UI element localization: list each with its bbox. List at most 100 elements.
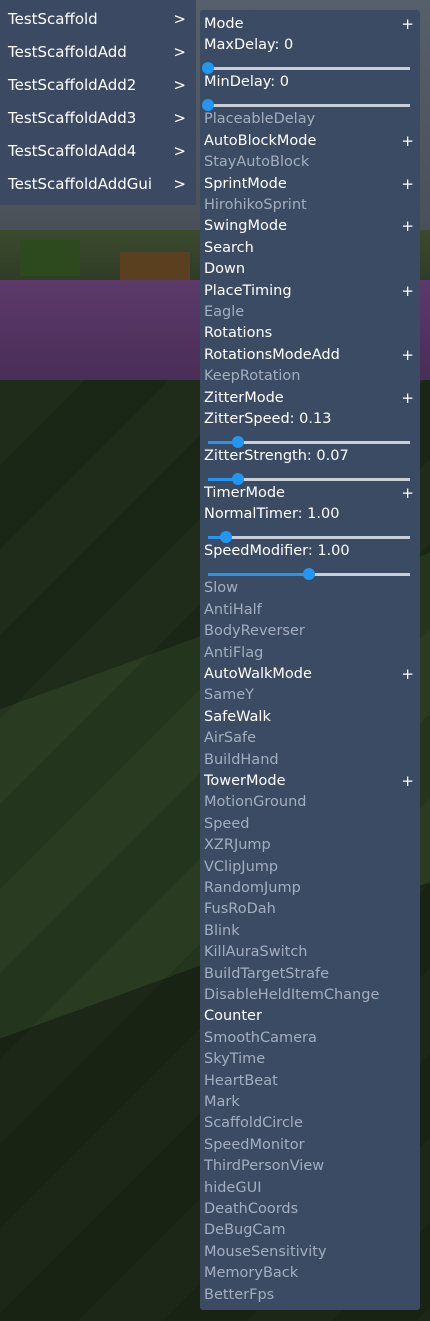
setting-label: SkyTime xyxy=(204,1051,266,1068)
mode-setting[interactable]: ZitterMode + xyxy=(200,388,420,410)
category-label: TestScaffoldAddGui xyxy=(8,175,153,193)
expand-plus-icon[interactable]: + xyxy=(401,217,414,235)
setting-label: Speed xyxy=(204,815,250,832)
toggle-setting[interactable]: DeathCoords xyxy=(200,1199,420,1221)
setting-label: ZitterStrength: 0.07 xyxy=(204,448,349,464)
slider-setting[interactable]: NormalTimer: 1.00 xyxy=(200,504,420,526)
slider-track[interactable] xyxy=(202,99,410,112)
toggle-setting[interactable]: HirohikoSprint xyxy=(200,195,420,217)
toggle-setting[interactable]: Blink xyxy=(200,921,420,943)
wood-block xyxy=(120,252,190,282)
slider-track[interactable] xyxy=(202,62,410,75)
toggle-setting[interactable]: MemoryBack xyxy=(200,1263,420,1285)
toggle-setting[interactable]: MotionGround xyxy=(200,792,420,814)
toggle-setting[interactable]: Mark xyxy=(200,1092,420,1114)
slider-setting[interactable]: SpeedModifier: 1.00 xyxy=(200,541,420,563)
mode-setting[interactable]: AutoWalkMode + xyxy=(200,664,420,686)
toggle-setting[interactable]: RandomJump xyxy=(200,878,420,900)
slider-track[interactable] xyxy=(208,473,410,485)
category-item[interactable]: TestScaffoldAddGui > xyxy=(0,168,196,201)
toggle-setting[interactable]: AntiHalf xyxy=(200,600,420,622)
toggle-setting[interactable]: SmoothCamera xyxy=(200,1028,420,1050)
setting-label: MotionGround xyxy=(204,794,307,811)
toggle-setting[interactable]: Down xyxy=(200,259,420,281)
mode-setting[interactable]: SwingMode + xyxy=(200,216,420,238)
setting-label: VClipJump xyxy=(204,858,279,875)
toggle-setting[interactable]: SameY xyxy=(200,685,420,707)
mode-setting[interactable]: PlaceTiming + xyxy=(200,281,420,303)
category-item[interactable]: TestScaffoldAdd4 > xyxy=(0,135,196,168)
toggle-setting[interactable]: BodyReverser xyxy=(200,621,420,643)
toggle-setting[interactable]: ThirdPersonView xyxy=(200,1156,420,1178)
expand-plus-icon[interactable]: + xyxy=(401,665,414,683)
toggle-setting[interactable]: BetterFps xyxy=(200,1285,420,1307)
toggle-setting[interactable]: Search xyxy=(200,238,420,260)
setting-label: MaxDelay: 0 xyxy=(204,37,294,54)
slider-track[interactable] xyxy=(208,531,410,544)
chevron-right-icon: > xyxy=(173,76,186,94)
toggle-setting[interactable]: PlaceableDelay xyxy=(200,109,420,131)
slider-setting[interactable]: ZitterSpeed: 0.13 xyxy=(200,409,420,431)
setting-label: SwingMode xyxy=(204,218,287,235)
mode-setting[interactable]: RotationsModeAdd + xyxy=(200,345,420,367)
toggle-setting[interactable]: AntiFlag xyxy=(200,643,420,665)
expand-plus-icon[interactable]: + xyxy=(401,484,414,502)
toggle-setting[interactable]: AirSafe xyxy=(200,728,420,750)
toggle-setting[interactable]: BuildTargetStrafe xyxy=(200,964,420,986)
toggle-setting[interactable]: BuildHand xyxy=(200,750,420,772)
toggle-setting[interactable]: HeartBeat xyxy=(200,1071,420,1093)
slider-setting[interactable]: MaxDelay: 0 xyxy=(200,35,420,57)
mode-setting[interactable]: Mode + xyxy=(200,14,420,36)
toggle-setting[interactable]: hideGUI xyxy=(200,1178,420,1200)
expand-plus-icon[interactable]: + xyxy=(401,282,414,300)
toggle-setting[interactable]: MouseSensitivity xyxy=(200,1242,420,1264)
toggle-setting[interactable]: SkyTime xyxy=(200,1049,420,1071)
toggle-setting[interactable]: SafeWalk xyxy=(200,707,420,729)
mode-setting[interactable]: TimerMode + xyxy=(200,483,420,505)
mode-setting[interactable]: SprintMode + xyxy=(200,174,420,196)
category-item[interactable]: TestScaffold > xyxy=(0,3,196,36)
setting-label: SafeWalk xyxy=(204,708,271,725)
toggle-setting[interactable]: KeepRotation xyxy=(200,366,420,388)
toggle-setting[interactable]: DisableHeldItemChange xyxy=(200,985,420,1007)
expand-plus-icon[interactable]: + xyxy=(401,389,414,407)
toggle-setting[interactable]: ScaffoldCircle xyxy=(200,1113,420,1135)
setting-label: HirohikoSprint xyxy=(204,197,307,213)
expand-plus-icon[interactable]: + xyxy=(401,772,414,790)
expand-plus-icon[interactable]: + xyxy=(401,15,414,33)
setting-label: HeartBeat xyxy=(204,1072,278,1089)
toggle-setting[interactable]: Speed xyxy=(200,814,420,836)
toggle-setting[interactable]: VClipJump xyxy=(200,857,420,879)
slider-track[interactable] xyxy=(208,568,410,581)
setting-label: TowerMode xyxy=(204,773,286,789)
setting-label: ScaffoldCircle xyxy=(204,1115,303,1132)
mode-setting[interactable]: TowerMode + xyxy=(200,771,420,793)
expand-plus-icon[interactable]: + xyxy=(401,346,414,364)
mode-setting[interactable]: AutoBlockMode + xyxy=(200,131,420,153)
expand-plus-icon[interactable]: + xyxy=(401,132,414,150)
toggle-setting[interactable]: Eagle xyxy=(200,302,420,324)
toggle-setting[interactable]: Slow xyxy=(200,578,420,600)
toggle-setting[interactable]: SpeedMonitor xyxy=(200,1135,420,1157)
category-item[interactable]: TestScaffoldAdd3 > xyxy=(0,102,196,135)
toggle-setting[interactable]: StayAutoBlock xyxy=(200,152,420,174)
toggle-setting[interactable]: Counter xyxy=(200,1006,420,1028)
setting-label: AirSafe xyxy=(204,730,257,747)
slider-setting[interactable]: ZitterStrength: 0.07 xyxy=(200,446,420,468)
slider-track[interactable] xyxy=(208,436,410,448)
category-item[interactable]: TestScaffoldAdd > xyxy=(0,36,196,69)
setting-label: BuildHand xyxy=(204,751,279,768)
toggle-setting[interactable]: Rotations xyxy=(200,323,420,345)
toggle-setting[interactable]: KillAuraSwitch xyxy=(200,942,420,964)
category-item[interactable]: TestScaffoldAdd2 > xyxy=(0,69,196,102)
toggle-setting[interactable]: XZRJump xyxy=(200,835,420,857)
setting-label: FusRoDah xyxy=(204,901,276,918)
expand-plus-icon[interactable]: + xyxy=(401,175,414,193)
setting-label: DeathCoords xyxy=(204,1201,299,1217)
slider-setting[interactable]: MinDelay: 0 xyxy=(200,72,420,94)
setting-label: MemoryBack xyxy=(204,1265,299,1282)
toggle-setting[interactable]: FusRoDah xyxy=(200,899,420,921)
setting-label: KillAuraSwitch xyxy=(204,944,308,961)
toggle-setting[interactable]: DeBugCam xyxy=(200,1220,420,1242)
setting-label: Down xyxy=(204,261,246,278)
